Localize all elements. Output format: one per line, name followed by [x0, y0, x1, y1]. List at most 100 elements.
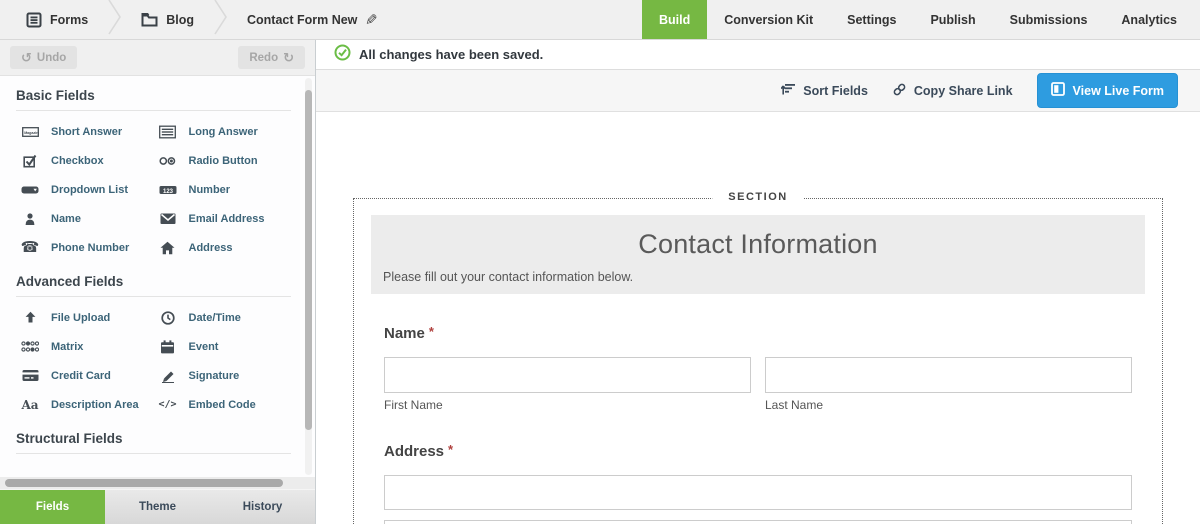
email-address-icon — [154, 212, 182, 225]
name-icon — [16, 212, 44, 226]
tab-conversion-kit[interactable]: Conversion Kit — [707, 0, 830, 39]
field-item-checkbox[interactable]: Checkbox — [16, 150, 154, 171]
field-item-label: Address — [189, 242, 233, 254]
field-item-description-area[interactable]: Aa Description Area — [16, 394, 154, 415]
form-section[interactable]: SECTION Contact Information Please fill … — [353, 198, 1163, 524]
field-item-label: Name — [51, 213, 81, 225]
field-item-short-answer[interactable]: MagazineShort Answer — [16, 121, 154, 142]
last-name-input[interactable] — [765, 357, 1132, 393]
field-item-label: Radio Button — [189, 155, 258, 167]
field-item-label: Event — [189, 341, 219, 353]
radio-button-icon — [154, 154, 182, 168]
checkbox-icon — [16, 154, 44, 168]
field-item-label: Matrix — [51, 341, 83, 353]
field-item-date-time[interactable]: Date/Time — [154, 307, 292, 328]
section-heading-structural-fields: Structural Fields — [16, 431, 291, 446]
forms-icon — [26, 12, 42, 28]
tab-fields[interactable]: Fields — [0, 490, 105, 524]
section-header[interactable]: Contact Information Please fill out your… — [371, 215, 1145, 294]
field-item-label: Signature — [189, 370, 240, 382]
copy-share-link-label: Copy Share Link — [914, 84, 1013, 98]
field-item-phone-number[interactable]: ☎Phone Number — [16, 237, 154, 258]
field-grid: MagazineShort AnswerLong AnswerCheckbox R… — [16, 121, 291, 258]
breadcrumb-folder-blog[interactable]: Blog — [135, 12, 200, 27]
tab-settings[interactable]: Settings — [830, 0, 913, 39]
tab-analytics[interactable]: Analytics — [1104, 0, 1194, 39]
address-field[interactable]: Address* — [354, 442, 1162, 524]
top-bar: Forms Blog Contact Form New ✎ Build Conv… — [0, 0, 1200, 40]
undo-icon: ↺ — [21, 51, 32, 64]
field-item-label: Description Area — [51, 399, 139, 411]
sort-icon — [781, 82, 796, 99]
breadcrumb-forms-label: Forms — [50, 13, 88, 27]
field-item-label: File Upload — [51, 312, 110, 324]
sidebar-tabs: Fields Theme History — [0, 489, 315, 524]
date-time-icon — [154, 311, 182, 325]
breadcrumb-forms[interactable]: Forms — [20, 12, 94, 28]
first-name-input[interactable] — [384, 357, 751, 393]
field-item-long-answer[interactable]: Long Answer — [154, 121, 292, 142]
name-field[interactable]: Name* First Name Last Name — [354, 324, 1162, 412]
field-item-address[interactable]: Address — [154, 237, 292, 258]
field-palette-panel: Basic Fields MagazineShort AnswerLong Ans… — [0, 75, 315, 477]
name-field-label: Name — [384, 325, 425, 342]
field-item-credit-card[interactable]: Credit Card — [16, 365, 154, 386]
field-item-email-address[interactable]: Email Address — [154, 208, 292, 229]
section-label: SECTION — [712, 191, 803, 203]
first-name-sublabel: First Name — [384, 398, 751, 412]
section-title: Contact Information — [371, 229, 1145, 260]
app-body: ↺ Undo Redo ↻ Basic Fields MagazineShort … — [0, 40, 1200, 524]
undo-label: Undo — [37, 52, 66, 64]
field-item-dropdown-list[interactable]: Dropdown List — [16, 179, 154, 200]
field-grid: File Upload Date/Time Matrix Event Credit Ca… — [16, 307, 291, 415]
field-item-label: Credit Card — [51, 370, 111, 382]
field-item-embed-code[interactable]: </>Embed Code — [154, 394, 292, 415]
redo-icon: ↻ — [283, 51, 294, 64]
svg-text:Magazine: Magazine — [24, 131, 39, 135]
section-heading-basic-fields: Basic Fields — [16, 88, 291, 103]
last-name-sublabel: Last Name — [765, 398, 1132, 412]
field-item-label: Embed Code — [189, 399, 256, 411]
tab-history[interactable]: History — [210, 490, 315, 524]
field-item-radio-button[interactable]: Radio Button — [154, 150, 292, 171]
required-asterisk: * — [448, 442, 453, 457]
redo-button[interactable]: Redo ↻ — [238, 46, 305, 69]
svg-text:123: 123 — [162, 188, 173, 194]
chevron-separator-icon — [108, 0, 121, 40]
copy-share-link-button[interactable]: Copy Share Link — [892, 82, 1013, 100]
sort-fields-button[interactable]: Sort Fields — [781, 82, 868, 99]
field-item-matrix[interactable]: Matrix — [16, 336, 154, 357]
credit-card-icon — [16, 369, 44, 382]
field-item-signature[interactable]: Signature — [154, 365, 292, 386]
tab-build[interactable]: Build — [642, 0, 707, 39]
link-icon — [892, 82, 907, 100]
description-area-icon: Aa — [16, 399, 44, 411]
field-sections: Basic Fields MagazineShort AnswerLong Ans… — [16, 88, 291, 454]
tab-theme[interactable]: Theme — [105, 490, 210, 524]
undo-button[interactable]: ↺ Undo — [10, 46, 77, 69]
form-name-label: Contact Form New — [247, 13, 357, 27]
field-item-name[interactable]: Name — [16, 208, 154, 229]
breadcrumb: Forms Blog Contact Form New ✎ — [0, 0, 384, 39]
sidebar-vertical-scrollbar[interactable] — [305, 78, 312, 475]
address-line1-input[interactable] — [384, 475, 1132, 510]
sidebar-horizontal-scrollbar[interactable] — [0, 477, 315, 489]
dropdown-list-icon — [16, 183, 44, 197]
builder-main: All changes have been saved. Sort Fields… — [316, 40, 1200, 524]
phone-number-icon: ☎ — [16, 240, 44, 255]
edit-pencil-icon[interactable]: ✎ — [365, 11, 378, 29]
breadcrumb-blog-label: Blog — [166, 13, 194, 27]
long-answer-icon — [154, 125, 182, 139]
field-item-number[interactable]: 123Number — [154, 179, 292, 200]
matrix-icon — [16, 340, 44, 353]
view-live-form-button[interactable]: View Live Form — [1037, 73, 1178, 108]
redo-label: Redo — [249, 52, 278, 64]
field-item-file-upload[interactable]: File Upload — [16, 307, 154, 328]
number-icon: 123 — [154, 183, 182, 197]
field-item-event[interactable]: Event — [154, 336, 292, 357]
save-status-message: All changes have been saved. — [359, 47, 543, 62]
address-line2-input[interactable] — [384, 520, 1132, 524]
tab-submissions[interactable]: Submissions — [993, 0, 1105, 39]
tab-publish[interactable]: Publish — [913, 0, 992, 39]
address-icon — [154, 241, 182, 255]
